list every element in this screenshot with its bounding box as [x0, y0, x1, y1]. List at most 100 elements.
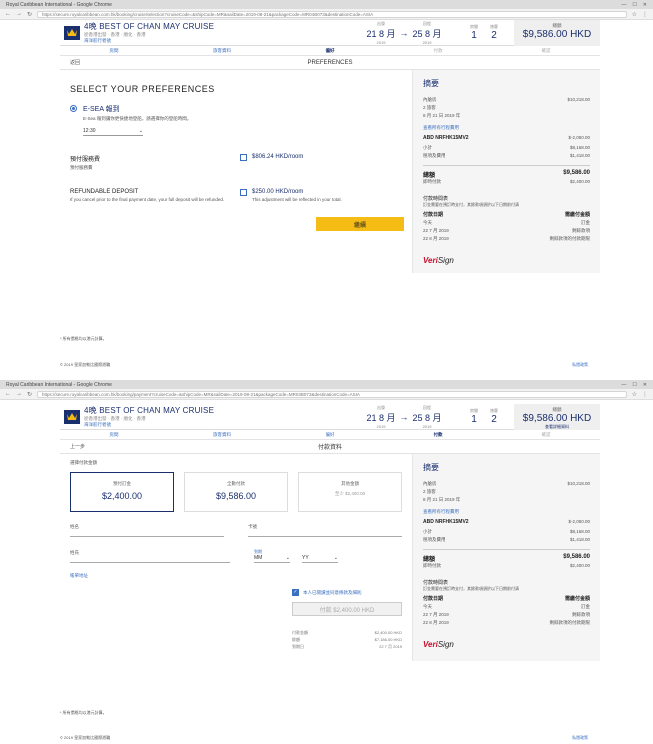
choose-amount-label: 選擇付款金額	[70, 460, 97, 465]
summary-label: 餘額	[292, 637, 300, 642]
chevron-down-icon: ⌄	[138, 128, 143, 134]
payment-amount-options: 預付訂金 $2,400.00 全數付款 $9,586.00 其他金額 至少 $2…	[70, 472, 402, 512]
section-header: 上一步 付款資料	[60, 440, 600, 454]
crown-anchor-logo-icon	[64, 409, 80, 424]
billing-address-link[interactable]: 帳單地址	[70, 573, 402, 579]
url-field[interactable]: https://secure.royalcaribbean.com.hk/boo…	[37, 390, 627, 398]
minimize-icon[interactable]: —	[621, 382, 626, 388]
view-charges-link[interactable]: 查看所有行程費用	[423, 509, 590, 515]
star-icon[interactable]: ☆	[632, 391, 637, 398]
first-name-field[interactable]: 姓名	[70, 524, 224, 537]
privacy-link[interactable]: 私隱政策	[572, 735, 588, 741]
promo-value: $-2,050.00	[568, 135, 590, 140]
room-type: 內艙房	[423, 481, 437, 486]
step-guests[interactable]: 旅客資料	[168, 48, 276, 54]
header-total[interactable]: 總額 $9,586.00 HKD	[514, 19, 600, 46]
step-guests[interactable]: 旅客資料	[168, 432, 276, 438]
terms-agreement[interactable]: ✓ 本人已閱讀並同意條款及細則	[292, 589, 402, 596]
schedule-row-date: 22 8 月 2019	[423, 620, 449, 625]
total-details-link[interactable]: 查看詳細資料	[514, 424, 600, 430]
cruise-title: 4晚 BEST OF CHAN MAY CRUISE	[84, 22, 215, 31]
step-room[interactable]: 房間	[60, 432, 168, 438]
section-title: 付款資料	[317, 445, 342, 451]
window-controls: — ☐ ✕	[621, 382, 647, 388]
back-link[interactable]: 上一步	[60, 443, 100, 450]
verisign-logo-part: Sign	[437, 640, 454, 649]
content-area: SELECT YOUR PREFERENCES E-SEA 報到 E-Sea 報…	[60, 70, 600, 273]
expiry-year-select[interactable]: YY ⌄	[302, 555, 338, 563]
step-confirm: 確認	[541, 47, 551, 53]
tax-label: 稅項及費用	[423, 153, 446, 158]
other-amount-label: 其他金額	[341, 481, 359, 486]
reload-icon[interactable]: ↻	[27, 11, 32, 18]
reload-icon[interactable]: ↻	[27, 391, 32, 398]
privacy-link[interactable]: 私隱政策	[572, 362, 588, 368]
menu-icon[interactable]: ⋮	[642, 391, 648, 398]
room-guests: 2 旅客	[423, 489, 436, 494]
terms-text[interactable]: 本人已閱讀並同意條款及細則	[303, 590, 362, 596]
summary-value: 22 7 月 2019	[379, 644, 402, 649]
footnote: * 所有價格均以港元計算。	[60, 336, 107, 341]
pay-button[interactable]: 付款 $2,400.00 HKD	[292, 602, 402, 616]
full-payment-option[interactable]: 全數付款 $9,586.00	[184, 472, 288, 512]
browser-window-bottom: Royal Caribbean International - Google C…	[0, 380, 653, 744]
card-number-field[interactable]: 卡號	[248, 524, 402, 537]
cruise-header: 4晚 BEST OF CHAN MAY CRUISE 從香港出發 · 香港 · …	[60, 403, 600, 430]
refund-checkbox[interactable]	[240, 189, 247, 196]
step-room[interactable]: 房間	[60, 48, 168, 54]
esea-title: E-SEA 報到	[83, 106, 120, 113]
continue-button[interactable]: 繼續	[316, 217, 404, 231]
return-date: 25 8 月	[412, 412, 442, 423]
back-arrow-icon[interactable]: ←	[5, 11, 11, 17]
menu-icon[interactable]: ⋮	[642, 11, 648, 18]
address-bar: ← → ↻ https://secure.royalcaribbean.com.…	[0, 389, 653, 400]
url-field[interactable]: https://secure.royalcaribbean.com.hk/boo…	[37, 10, 627, 18]
header-total[interactable]: 總額 $9,586.00 HKD 查看詳細資料	[514, 403, 600, 430]
forward-arrow-icon[interactable]: →	[16, 11, 22, 17]
schedule-description: 訂金需要在預訂時支付，其餘款項須於以下日期前付清	[423, 202, 519, 207]
title-bar: Royal Caribbean International - Google C…	[0, 380, 653, 389]
esea-radio[interactable]	[70, 105, 77, 112]
star-icon[interactable]: ☆	[632, 11, 637, 18]
maximize-icon[interactable]: ☐	[632, 2, 636, 8]
checkmark-icon[interactable]: ✓	[292, 589, 299, 596]
cruise-info: 4晚 BEST OF CHAN MAY CRUISE 從香港出發 · 香港 · …	[84, 21, 354, 44]
due-now-label: 即時付款	[423, 179, 441, 184]
maximize-icon[interactable]: ☐	[632, 382, 636, 388]
cruise-title: 4晚 BEST OF CHAN MAY CRUISE	[84, 406, 215, 415]
section-title: PREFERENCES	[307, 59, 353, 66]
guests-count: 2	[491, 414, 497, 425]
checkin-time-select[interactable]: 12:30 ⌄	[83, 128, 143, 136]
step-preferences[interactable]: 偏好	[276, 48, 384, 54]
back-link[interactable]: 返回	[60, 59, 100, 66]
chevron-down-icon: ⌄	[285, 555, 290, 561]
refundable-deposit-row: REFUNDABLE DEPOSIT If you cancel prior t…	[70, 189, 402, 203]
step-preferences[interactable]: 偏好	[276, 432, 384, 438]
prepaid-checkbox[interactable]	[240, 154, 247, 161]
deposit-option[interactable]: 預付訂金 $2,400.00	[70, 472, 174, 512]
subtotal-value: $8,168.00	[569, 529, 590, 534]
ship-name[interactable]: 海洋航行者號	[84, 38, 354, 44]
summary-value: $2,400.00 HKD	[374, 630, 402, 635]
prepaid-title: 預付服務費	[70, 157, 101, 163]
other-amount-option[interactable]: 其他金額 至少 $2,400.00	[298, 472, 402, 512]
forward-arrow-icon[interactable]: →	[16, 391, 22, 397]
schedule-description: 訂金需要在預訂時支付，其餘款項須於以下日期前付清	[423, 586, 519, 591]
expiry-month-select[interactable]: MM ⌄	[254, 555, 290, 563]
last-name-field[interactable]: 姓氏	[70, 550, 230, 563]
subtotal-value: $8,168.00	[569, 145, 590, 150]
close-icon[interactable]: ✕	[643, 2, 647, 8]
close-icon[interactable]: ✕	[643, 382, 647, 388]
summary-value: $7,186.00 HKD	[374, 637, 402, 642]
view-charges-link[interactable]: 查看所有行程費用	[423, 125, 590, 131]
expiry-month-value: MM	[254, 555, 263, 561]
return-date: 25 8 月	[412, 28, 442, 39]
minimize-icon[interactable]: —	[621, 2, 626, 8]
back-arrow-icon[interactable]: ←	[5, 391, 11, 397]
refund-description: If you cancel prior to the final payment…	[70, 197, 225, 202]
tax-value: $1,418.00	[569, 153, 590, 158]
step-payment[interactable]: 付款	[384, 432, 492, 438]
ship-name[interactable]: 海洋航行者號	[84, 422, 354, 428]
schedule-col-date: 付款日期	[423, 596, 444, 602]
esea-option[interactable]: E-SEA 報到 E-Sea 報到讓你更快捷地登船，請選擇你的登船時間。 12:…	[70, 104, 402, 136]
